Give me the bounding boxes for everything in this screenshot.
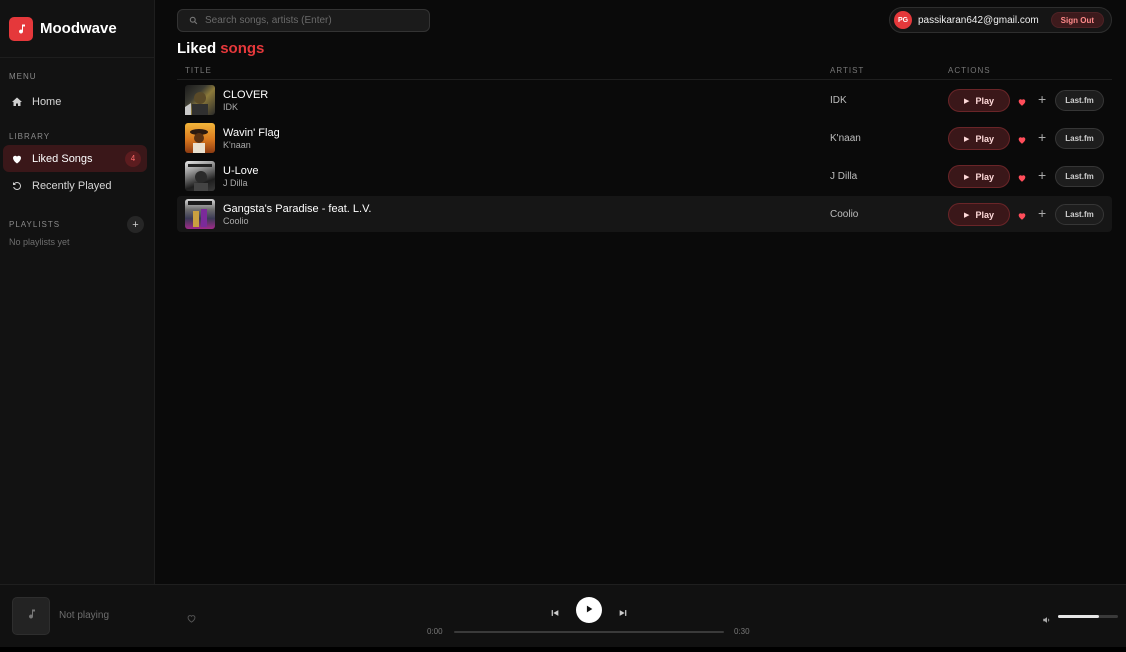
- play-icon: ▶: [964, 211, 970, 219]
- lastfm-button[interactable]: Last.fm: [1055, 166, 1104, 187]
- sidebar-item-label: Liked Songs: [32, 152, 93, 165]
- main-content: PG passikaran642@gmail.com Sign Out Like…: [156, 0, 1126, 584]
- home-icon: [10, 95, 24, 109]
- album-cover: [185, 85, 215, 115]
- now-playing-artwork: [12, 597, 50, 635]
- song-title[interactable]: Gangsta's Paradise - feat. L.V.: [223, 203, 371, 215]
- play-label: Play: [975, 171, 994, 182]
- song-title[interactable]: Wavin' Flag: [223, 127, 280, 139]
- sidebar-item-home[interactable]: Home: [3, 88, 147, 115]
- table-header: TITLE ARTIST ACTIONS: [177, 62, 1112, 80]
- music-note-icon: [25, 607, 37, 625]
- now-playing-text: Not playing: [59, 610, 110, 621]
- song-list: CLOVER IDK IDK ▶ Play + Last.fm Wavin' Fl…: [177, 82, 1112, 234]
- music-note-icon: [9, 16, 33, 41]
- sidebar-item-liked-songs[interactable]: Liked Songs 4: [3, 145, 147, 172]
- progress-bar[interactable]: [454, 631, 724, 633]
- playlists-header: PLAYLISTS +: [0, 216, 154, 233]
- page-title-accent: songs: [220, 40, 265, 57]
- add-playlist-button[interactable]: +: [127, 216, 144, 233]
- song-artist[interactable]: J Dilla: [830, 171, 857, 182]
- volume-slider[interactable]: [1058, 615, 1118, 618]
- heart-icon: [10, 152, 24, 166]
- user-email: passikaran642@gmail.com: [918, 14, 1039, 26]
- brand-name: Moodwave: [40, 20, 117, 37]
- no-playlists-text: No playlists yet: [9, 237, 70, 247]
- previous-track-icon[interactable]: [550, 605, 560, 623]
- song-title[interactable]: CLOVER: [223, 89, 268, 101]
- like-heart-icon[interactable]: [1017, 132, 1029, 144]
- table-row[interactable]: Wavin' Flag K'naan K'naan ▶ Play + Last.f…: [177, 120, 1112, 156]
- song-artist[interactable]: K'naan: [830, 133, 861, 144]
- play-label: Play: [975, 133, 994, 144]
- play-icon: ▶: [964, 135, 970, 143]
- song-artist[interactable]: IDK: [830, 95, 847, 106]
- table-row[interactable]: Gangsta's Paradise - feat. L.V. Coolio C…: [177, 196, 1112, 232]
- sidebar-item-label: Home: [32, 95, 62, 108]
- play-button[interactable]: ▶ Play: [948, 165, 1010, 188]
- like-heart-icon[interactable]: [1017, 170, 1029, 182]
- page-title-plain: Liked: [177, 40, 217, 57]
- search-input[interactable]: [205, 15, 425, 26]
- column-artist: ARTIST: [830, 66, 865, 75]
- lastfm-button[interactable]: Last.fm: [1055, 204, 1104, 225]
- play-pause-button[interactable]: [576, 597, 602, 623]
- play-icon: ▶: [964, 173, 970, 181]
- avatar[interactable]: PG: [894, 11, 912, 29]
- column-title: TITLE: [185, 66, 212, 75]
- play-button[interactable]: ▶ Play: [948, 127, 1010, 150]
- liked-count-badge: 4: [125, 150, 141, 167]
- table-row[interactable]: U-Love J Dilla J Dilla ▶ Play + Last.fm: [177, 158, 1112, 194]
- like-heart-icon[interactable]: [1017, 94, 1029, 106]
- play-button[interactable]: ▶ Play: [948, 89, 1010, 112]
- sidebar-item-label: Recently Played: [32, 179, 112, 192]
- lastfm-button[interactable]: Last.fm: [1055, 90, 1104, 111]
- like-heart-icon[interactable]: [1017, 208, 1029, 220]
- user-menu: PG passikaran642@gmail.com Sign Out: [889, 7, 1112, 33]
- play-button[interactable]: ▶ Play: [948, 203, 1010, 226]
- menu-section-label: MENU: [9, 72, 37, 81]
- song-artist-sub: J Dilla: [223, 178, 248, 188]
- album-cover: [185, 199, 215, 229]
- brand[interactable]: Moodwave: [0, 0, 154, 58]
- search-bar[interactable]: [177, 9, 430, 32]
- add-to-playlist-button[interactable]: +: [1038, 167, 1046, 183]
- volume-fill: [1058, 615, 1099, 618]
- column-actions: ACTIONS: [948, 66, 991, 75]
- add-to-playlist-button[interactable]: +: [1038, 129, 1046, 145]
- library-section-label: LIBRARY: [9, 132, 51, 141]
- like-outline-icon[interactable]: [186, 611, 197, 629]
- search-icon: [189, 12, 198, 30]
- add-to-playlist-button[interactable]: +: [1038, 91, 1046, 107]
- play-label: Play: [975, 95, 994, 106]
- sidebar-item-recently-played[interactable]: Recently Played: [3, 172, 147, 199]
- page-title: Liked songs: [177, 40, 264, 57]
- song-title[interactable]: U-Love: [223, 165, 258, 177]
- lastfm-button[interactable]: Last.fm: [1055, 128, 1104, 149]
- album-cover: [185, 161, 215, 191]
- bottom-strip: [0, 647, 1126, 652]
- sign-out-button[interactable]: Sign Out: [1050, 12, 1104, 28]
- volume-icon[interactable]: [1042, 612, 1052, 630]
- current-time: 0:00: [427, 627, 443, 636]
- app-root: Moodwave MENU Home LIBRARY Liked Songs 4…: [0, 0, 1126, 652]
- song-artist-sub: Coolio: [223, 216, 249, 226]
- history-icon: [10, 179, 24, 193]
- player-bar: Not playing 0:00 0:30: [0, 584, 1126, 647]
- album-cover: [185, 123, 215, 153]
- play-icon: ▶: [964, 97, 970, 105]
- playlists-section-label: PLAYLISTS: [9, 220, 61, 229]
- total-time: 0:30: [734, 627, 750, 636]
- sidebar: Moodwave MENU Home LIBRARY Liked Songs 4…: [0, 0, 155, 584]
- song-artist-sub: IDK: [223, 102, 239, 112]
- table-row[interactable]: CLOVER IDK IDK ▶ Play + Last.fm: [177, 82, 1112, 118]
- next-track-icon[interactable]: [618, 605, 628, 623]
- add-to-playlist-button[interactable]: +: [1038, 205, 1046, 221]
- play-icon: [584, 601, 594, 619]
- song-artist-sub: K'naan: [223, 140, 251, 150]
- play-label: Play: [975, 209, 994, 220]
- song-artist[interactable]: Coolio: [830, 209, 858, 220]
